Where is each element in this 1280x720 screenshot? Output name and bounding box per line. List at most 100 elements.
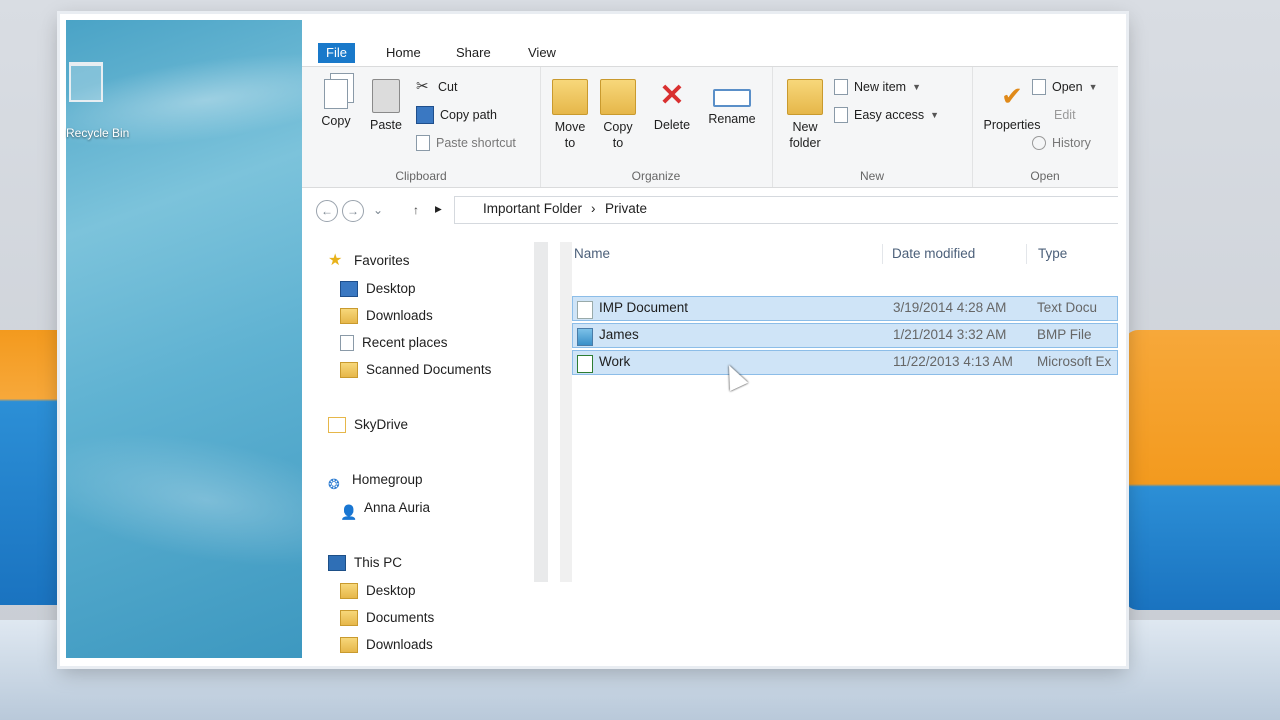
file-type: Microsoft Ex — [1037, 354, 1112, 369]
copy-path-icon — [416, 106, 434, 124]
tab-home[interactable]: Home — [380, 43, 427, 63]
downloads-icon — [340, 308, 358, 324]
nav-favorites-label: Favorites — [354, 253, 410, 268]
delete-label: Delete — [653, 118, 691, 132]
nav-skydrive[interactable]: SkyDrive — [328, 414, 408, 436]
tab-view[interactable]: View — [522, 43, 562, 63]
folder-icon: ▸ — [435, 201, 442, 216]
paste-shortcut-button[interactable]: Paste shortcut — [416, 133, 516, 153]
tab-file[interactable]: File — [318, 43, 355, 63]
copy-to-button[interactable]: Copy to — [598, 79, 638, 151]
table-row[interactable]: Work 11/22/2013 4:13 AM Microsoft Ex — [572, 350, 1118, 375]
column-header-type[interactable]: Type — [1038, 242, 1067, 266]
edit-icon — [1032, 107, 1048, 123]
star-icon: ★ — [328, 252, 343, 269]
nav-favorites[interactable]: ★ Favorites — [328, 250, 410, 272]
up-button[interactable]: ↑ — [406, 200, 426, 220]
easy-access-icon — [834, 107, 848, 123]
copy-icon — [324, 79, 348, 109]
folder-icon — [340, 362, 358, 378]
back-button[interactable]: ← — [316, 200, 338, 222]
nav-item-label: Downloads — [366, 637, 433, 652]
tab-share[interactable]: Share — [450, 43, 497, 63]
easy-access-button[interactable]: Easy access ▼ — [834, 105, 939, 125]
nav-item-recent-places[interactable]: Recent places — [340, 332, 448, 354]
nav-item-label: Documents — [366, 610, 435, 625]
copy-path-button[interactable]: Copy path — [416, 105, 497, 125]
rename-label: Rename — [708, 112, 756, 126]
new-item-button[interactable]: New item ▼ — [834, 77, 921, 97]
recent-places-icon — [340, 335, 354, 351]
properties-icon: ✔ — [1001, 81, 1023, 111]
nav-item-desktop[interactable]: Desktop — [340, 278, 416, 300]
file-date: 1/21/2014 3:32 AM — [893, 327, 1007, 342]
new-group-label: New — [859, 169, 884, 183]
column-header-name[interactable]: Name — [574, 242, 610, 266]
recycle-bin-label[interactable]: Recycle Bin — [66, 126, 129, 140]
file-list-scrollbar[interactable] — [560, 242, 572, 582]
bitmap-image-icon — [577, 328, 593, 346]
nav-homegroup-user[interactable]: 👤 Anna Auria — [340, 497, 431, 520]
chevron-down-icon: ▼ — [912, 82, 922, 92]
computer-icon — [328, 555, 346, 571]
desktop-wallpaper — [66, 20, 302, 658]
breadcrumb-important-folder[interactable]: Important Folder — [483, 201, 582, 216]
move-to-button[interactable]: Move to — [550, 79, 590, 151]
nav-pc-desktop[interactable]: Desktop — [340, 580, 416, 602]
nav-item-label: Recent places — [362, 335, 448, 350]
file-type: Text Docu — [1037, 300, 1098, 315]
breadcrumb-private[interactable]: Private — [605, 201, 647, 216]
recycle-bin-icon[interactable] — [66, 62, 106, 112]
copy-button[interactable]: Copy — [316, 79, 356, 129]
file-date: 11/22/2013 4:13 AM — [893, 354, 1013, 369]
file-date: 3/19/2014 4:28 AM — [893, 300, 1007, 315]
folder-icon — [340, 610, 358, 626]
copy-path-label: Copy path — [440, 108, 497, 122]
table-row[interactable]: IMP Document 3/19/2014 4:28 AM Text Docu — [572, 296, 1118, 321]
nav-scrollbar[interactable] — [534, 242, 548, 582]
background-chair-right — [1124, 330, 1280, 610]
column-divider[interactable] — [1026, 244, 1027, 264]
paste-shortcut-icon — [416, 135, 430, 151]
rename-icon — [713, 89, 751, 107]
column-header-date[interactable]: Date modified — [892, 242, 975, 266]
paste-button[interactable]: Paste — [364, 79, 408, 133]
forward-button[interactable]: → — [342, 200, 364, 222]
excel-file-icon — [577, 355, 593, 373]
folder-icon — [340, 637, 358, 653]
copy-label: Copy — [321, 114, 351, 128]
nav-homegroup[interactable]: ❂ Homegroup — [328, 469, 423, 492]
history-button[interactable]: History — [1032, 133, 1091, 153]
navigation-pane: ★ Favorites Desktop Downloads Recent pla… — [302, 242, 550, 658]
nav-pc-documents[interactable]: Documents — [340, 607, 434, 629]
homegroup-icon: ❂ — [328, 476, 340, 492]
new-folder-button[interactable]: New folder — [782, 79, 828, 151]
nav-item-scanned-documents[interactable]: Scanned Documents — [340, 359, 491, 381]
new-item-icon — [834, 79, 848, 95]
cut-button[interactable]: ✂ Cut — [416, 77, 457, 97]
nav-homegroup-label: Homegroup — [352, 472, 423, 487]
folder-icon — [340, 583, 358, 599]
copy-to-label: Copy to — [603, 120, 633, 150]
paste-label: Paste — [370, 118, 402, 132]
nav-pc-downloads[interactable]: Downloads — [340, 634, 433, 656]
open-button[interactable]: Open ▼ — [1032, 77, 1098, 97]
file-name: Work — [599, 354, 631, 369]
scissors-icon: ✂ — [416, 78, 429, 95]
nav-homegroup-user-label: Anna Auria — [364, 500, 431, 515]
skydrive-icon — [328, 417, 346, 433]
address-bar[interactable]: ▸ Important Folder › Private — [435, 196, 1118, 224]
history-label: History — [1052, 136, 1091, 150]
nav-this-pc[interactable]: This PC — [328, 552, 402, 574]
delete-icon: ✕ — [659, 79, 685, 112]
recent-locations-button[interactable]: ⌄ — [368, 200, 388, 220]
nav-item-downloads[interactable]: Downloads — [340, 305, 433, 327]
table-row[interactable]: James 1/21/2014 3:32 AM BMP File — [572, 323, 1118, 348]
rename-button[interactable]: Rename — [704, 79, 760, 127]
column-divider[interactable] — [882, 244, 883, 264]
new-group: New folder New item ▼ Easy access ▼ New — [772, 67, 973, 187]
edit-button[interactable]: Edit — [1032, 105, 1076, 125]
nav-skydrive-label: SkyDrive — [354, 417, 409, 432]
breadcrumb-separator: › — [591, 201, 596, 216]
delete-button[interactable]: ✕ Delete — [650, 79, 694, 133]
